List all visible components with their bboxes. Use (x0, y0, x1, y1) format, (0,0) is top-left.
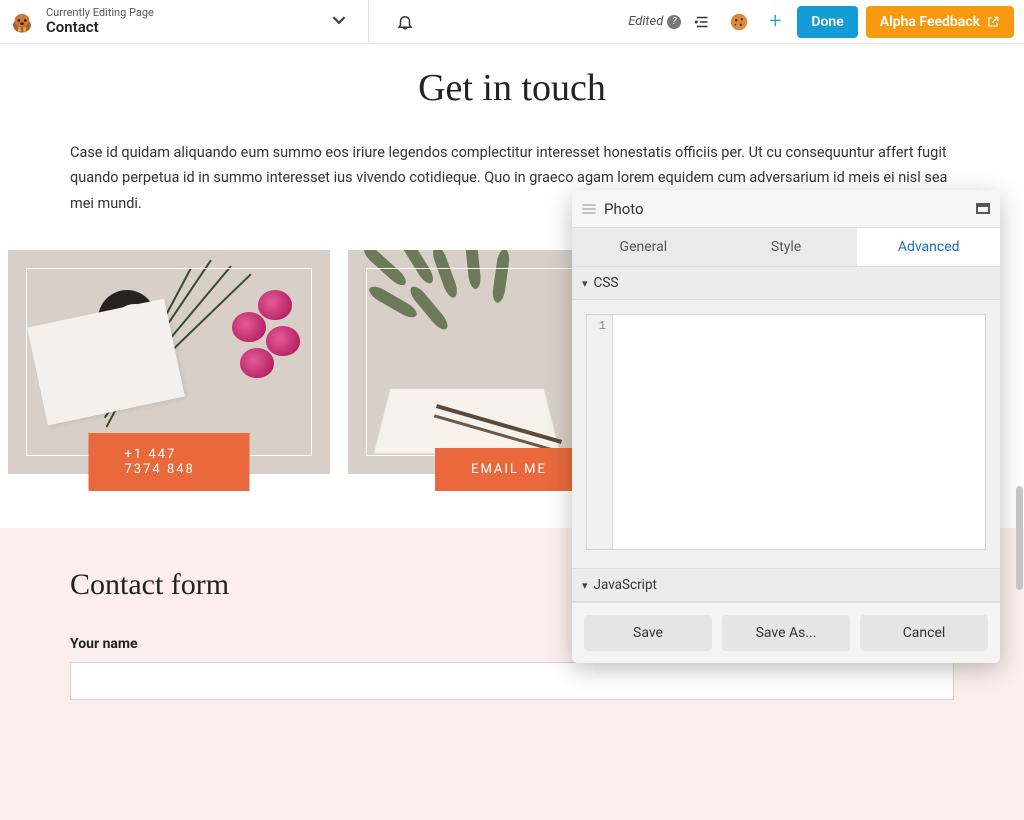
page-title: Contact (46, 19, 154, 36)
add-icon[interactable]: + (761, 8, 789, 36)
panel-footer: Save Save As... Cancel (572, 602, 1000, 663)
edited-label: Edited (628, 14, 663, 29)
chevron-down-icon: ▾ (582, 277, 588, 290)
javascript-section-label: JavaScript (594, 577, 657, 593)
panel-scrollbar[interactable] (1014, 190, 1024, 668)
css-section-header[interactable]: ▾ CSS (572, 266, 1000, 300)
panel-title: Photo (604, 200, 976, 218)
css-code-input[interactable] (613, 315, 985, 549)
alpha-feedback-button[interactable]: Alpha Feedback (866, 6, 1014, 38)
css-editor-area: 1 (572, 300, 1000, 568)
panel-header[interactable]: Photo (572, 190, 1000, 228)
page-dropdown-chevron[interactable] (332, 12, 346, 31)
contact-card-phone[interactable]: +1 447 7374 848 (8, 250, 330, 474)
outline-icon[interactable] (689, 8, 717, 36)
divider (368, 0, 369, 44)
tab-general[interactable]: General (572, 228, 715, 266)
external-link-icon (986, 15, 1000, 29)
cookie-icon[interactable] (725, 8, 753, 36)
module-settings-panel: Photo General Style Advanced ▾ CSS 1 ▾ J… (572, 190, 1000, 663)
edited-status: Edited ? (628, 14, 681, 29)
top-bar: Currently Editing Page Contact Edited ? … (0, 0, 1024, 44)
app-logo (8, 8, 36, 36)
page-title-block[interactable]: Currently Editing Page Contact (46, 7, 154, 37)
save-as-button[interactable]: Save As... (722, 615, 850, 651)
email-cta-button[interactable]: EMAIL ME (435, 448, 583, 491)
scrollbar-thumb[interactable] (1016, 486, 1023, 590)
panel-tabs: General Style Advanced (572, 228, 1000, 266)
help-icon[interactable]: ? (667, 15, 681, 29)
save-button[interactable]: Save (584, 615, 712, 651)
phone-cta-button[interactable]: +1 447 7374 848 (89, 433, 250, 491)
name-input[interactable] (70, 662, 954, 700)
cancel-button[interactable]: Cancel (860, 615, 988, 651)
maximize-icon[interactable] (976, 203, 990, 214)
tab-advanced[interactable]: Advanced (857, 228, 1000, 266)
done-button[interactable]: Done (797, 6, 857, 38)
drag-handle-icon[interactable] (582, 204, 596, 214)
line-gutter: 1 (587, 315, 613, 549)
css-section-label: CSS (594, 275, 619, 291)
notifications-icon[interactable] (391, 8, 419, 36)
javascript-section-header[interactable]: ▾ JavaScript (572, 568, 1000, 602)
tab-style[interactable]: Style (715, 228, 858, 266)
page-heading: Get in touch (70, 66, 954, 110)
chevron-down-icon: ▾ (582, 579, 588, 592)
